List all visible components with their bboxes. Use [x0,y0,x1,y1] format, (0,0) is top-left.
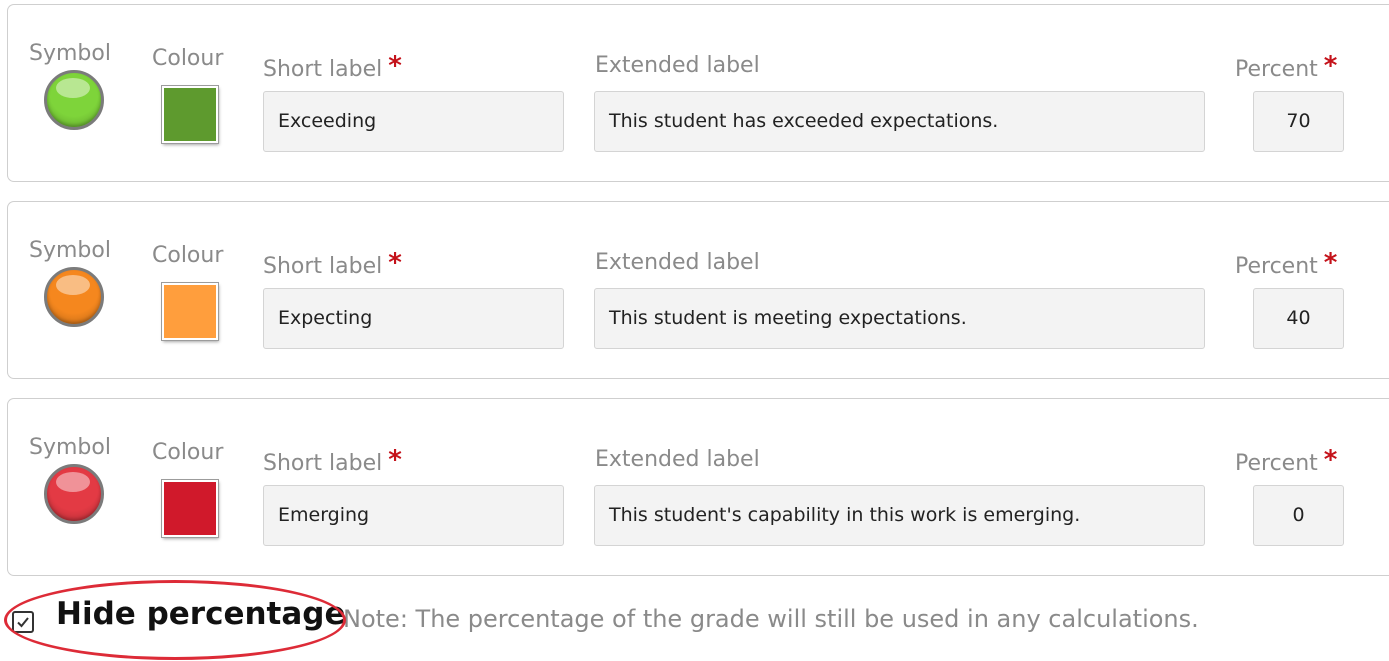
colour-swatch[interactable] [161,282,219,341]
required-asterisk: * [1323,248,1338,278]
percent-text: Percent [1235,57,1318,82]
short-label-text: Short label [263,254,383,279]
short-label-text: Short label [263,451,383,476]
red-circle-icon[interactable] [44,464,104,524]
colour-swatch[interactable] [161,85,219,144]
percent-heading: Percent * [1235,248,1337,279]
grade-row-expecting: Symbol Colour Short label * Extended labe… [7,201,1389,379]
short-label-input[interactable]: Expecting [263,288,564,349]
extended-label-input[interactable]: This student has exceeded expectations. [594,91,1205,152]
hide-percentage-checkbox[interactable] [12,611,34,633]
hide-percentage-note: Note: The percentage of the grade will s… [343,605,1199,633]
symbol-label: Symbol [29,435,111,460]
grade-scale-editor: Symbol Colour Short label * Extended labe… [0,0,1389,661]
colour-label: Colour [152,46,224,71]
colour-label: Colour [152,243,224,268]
percent-text: Percent [1235,451,1318,476]
grade-row-exceeding: Symbol Colour Short label * Extended labe… [7,4,1389,182]
percent-input[interactable]: 70 [1253,91,1344,152]
colour-label: Colour [152,440,224,465]
percent-input[interactable]: 40 [1253,288,1344,349]
short-label-text: Short label [263,57,383,82]
percent-text: Percent [1235,254,1318,279]
percent-heading: Percent * [1235,445,1337,476]
green-circle-icon[interactable] [44,70,104,130]
colour-swatch[interactable] [161,479,219,538]
short-label-input[interactable]: Emerging [263,485,564,546]
hide-percentage-row: Hide percentage Note: The percentage of … [0,580,1389,661]
orange-circle-icon[interactable] [44,267,104,327]
required-asterisk: * [388,445,402,475]
required-asterisk: * [388,51,402,81]
required-asterisk: * [388,248,402,278]
grade-row-emerging: Symbol Colour Short label * Extended labe… [7,398,1389,576]
checkmark-icon [17,617,29,628]
extended-label-heading: Extended label [595,447,760,472]
required-asterisk: * [1323,445,1338,475]
symbol-label: Symbol [29,41,111,66]
extended-label-heading: Extended label [595,53,760,78]
required-asterisk: * [1323,51,1338,81]
extended-label-input[interactable]: This student is meeting expectations. [594,288,1205,349]
percent-heading: Percent * [1235,51,1337,82]
symbol-label: Symbol [29,238,111,263]
short-label-input[interactable]: Exceeding [263,91,564,152]
extended-label-input[interactable]: This student's capability in this work i… [594,485,1205,546]
hide-percentage-label[interactable]: Hide percentage [56,596,346,632]
extended-label-heading: Extended label [595,250,760,275]
percent-input[interactable]: 0 [1253,485,1344,546]
short-label-heading: Short label * [263,445,402,476]
short-label-heading: Short label * [263,248,402,279]
short-label-heading: Short label * [263,51,402,82]
